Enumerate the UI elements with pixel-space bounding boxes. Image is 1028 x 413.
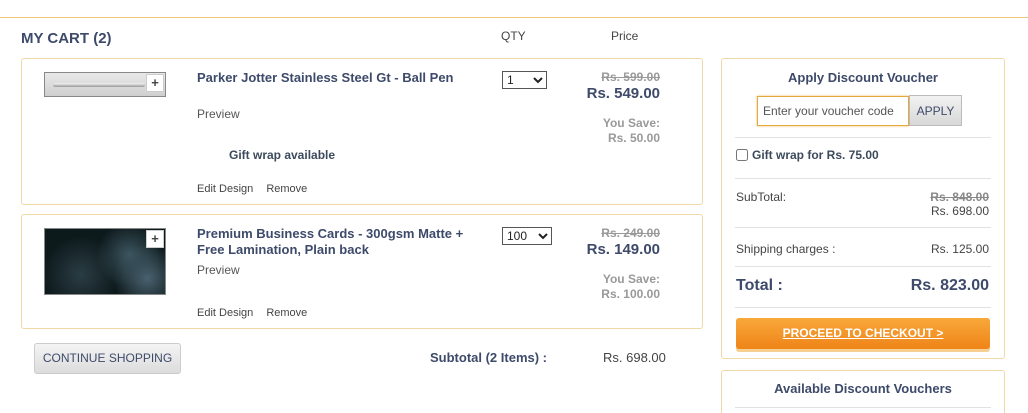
apply-voucher-button[interactable]: APPLY <box>909 95 962 126</box>
gift-wrap-checkbox[interactable] <box>736 149 748 161</box>
cart-title: MY CART (2) <box>21 30 112 47</box>
voucher-title: Apply Discount Voucher <box>788 70 938 85</box>
divider <box>735 178 991 179</box>
order-summary: Apply Discount Voucher APPLY Gift wrap f… <box>721 58 1005 359</box>
total-label: Total : <box>736 277 783 294</box>
you-save-amount: Rs. 100.00 <box>601 287 660 301</box>
you-save-label: You Save: <box>602 116 660 130</box>
divider <box>735 407 991 408</box>
product-thumbnail[interactable]: + <box>44 72 166 97</box>
subtotal-summary-label: SubTotal: <box>736 190 787 204</box>
qty-select[interactable]: 1 <box>502 71 547 89</box>
cart-item: + Parker Jotter Stainless Steel Gt - Bal… <box>21 58 703 205</box>
preview-link[interactable]: Preview <box>197 107 240 121</box>
proceed-to-checkout-button[interactable]: PROCEED TO CHECKOUT > <box>736 318 990 349</box>
product-thumbnail[interactable]: + <box>44 228 166 295</box>
shipping-value: Rs. 125.00 <box>930 242 989 256</box>
price-block: Rs. 249.00 Rs. 149.00 You Save: Rs. 100.… <box>587 226 660 301</box>
divider <box>735 307 991 308</box>
cart-item: + Premium Business Cards - 300gsm Matte … <box>21 214 703 329</box>
top-divider <box>0 17 1028 18</box>
total-value: Rs. 823.00 <box>910 277 989 294</box>
available-vouchers-panel: Available Discount Vouchers <box>721 370 1005 413</box>
subtotal-discounted: Rs. 698.00 <box>930 204 989 218</box>
subtotal-summary-value: Rs. 848.00 Rs. 698.00 <box>930 190 989 218</box>
sale-price: Rs. 149.00 <box>586 241 660 258</box>
voucher-code-input[interactable] <box>757 96 909 126</box>
zoom-plus-icon[interactable]: + <box>146 230 164 248</box>
remove-link[interactable]: Remove <box>266 183 307 195</box>
gift-wrap-note: Gift wrap available <box>229 148 336 162</box>
continue-shopping-button[interactable]: CONTINUE SHOPPING <box>34 343 181 374</box>
edit-design-link[interactable]: Edit Design <box>197 307 253 319</box>
preview-link[interactable]: Preview <box>197 263 240 277</box>
you-save-amount: Rs. 50.00 <box>607 131 660 145</box>
edit-design-link[interactable]: Edit Design <box>197 183 253 195</box>
sale-price: Rs. 549.00 <box>586 85 660 102</box>
shipping-label: Shipping charges : <box>736 242 836 256</box>
gift-wrap-label: Gift wrap for Rs. 75.00 <box>752 148 879 162</box>
product-name[interactable]: Parker Jotter Stainless Steel Gt - Ball … <box>197 70 467 86</box>
original-price: Rs. 249.00 <box>601 226 660 240</box>
qty-column-header: QTY <box>501 29 526 43</box>
price-block: Rs. 599.00 Rs. 549.00 You Save: Rs. 50.0… <box>587 70 660 145</box>
available-vouchers-title: Available Discount Vouchers <box>774 381 952 396</box>
item-actions: Edit Design Remove <box>197 307 317 319</box>
you-save-label: You Save: <box>602 272 660 286</box>
subtotal-label: Subtotal (2 Items) : <box>430 350 548 365</box>
pen-image <box>53 83 145 87</box>
original-price: Rs. 599.00 <box>601 70 660 84</box>
subtotal-original: Rs. 848.00 <box>930 190 989 204</box>
divider <box>735 137 991 138</box>
subtotal-value: Rs. 698.00 <box>603 350 666 365</box>
gift-wrap-option[interactable]: Gift wrap for Rs. 75.00 <box>736 148 879 162</box>
divider <box>735 266 991 267</box>
item-actions: Edit Design Remove <box>197 183 317 195</box>
zoom-plus-icon[interactable]: + <box>146 74 164 92</box>
remove-link[interactable]: Remove <box>266 307 307 319</box>
price-column-header: Price <box>611 29 639 43</box>
divider <box>735 227 991 228</box>
product-name[interactable]: Premium Business Cards - 300gsm Matte + … <box>197 226 467 258</box>
qty-select[interactable]: 100 <box>502 227 552 245</box>
